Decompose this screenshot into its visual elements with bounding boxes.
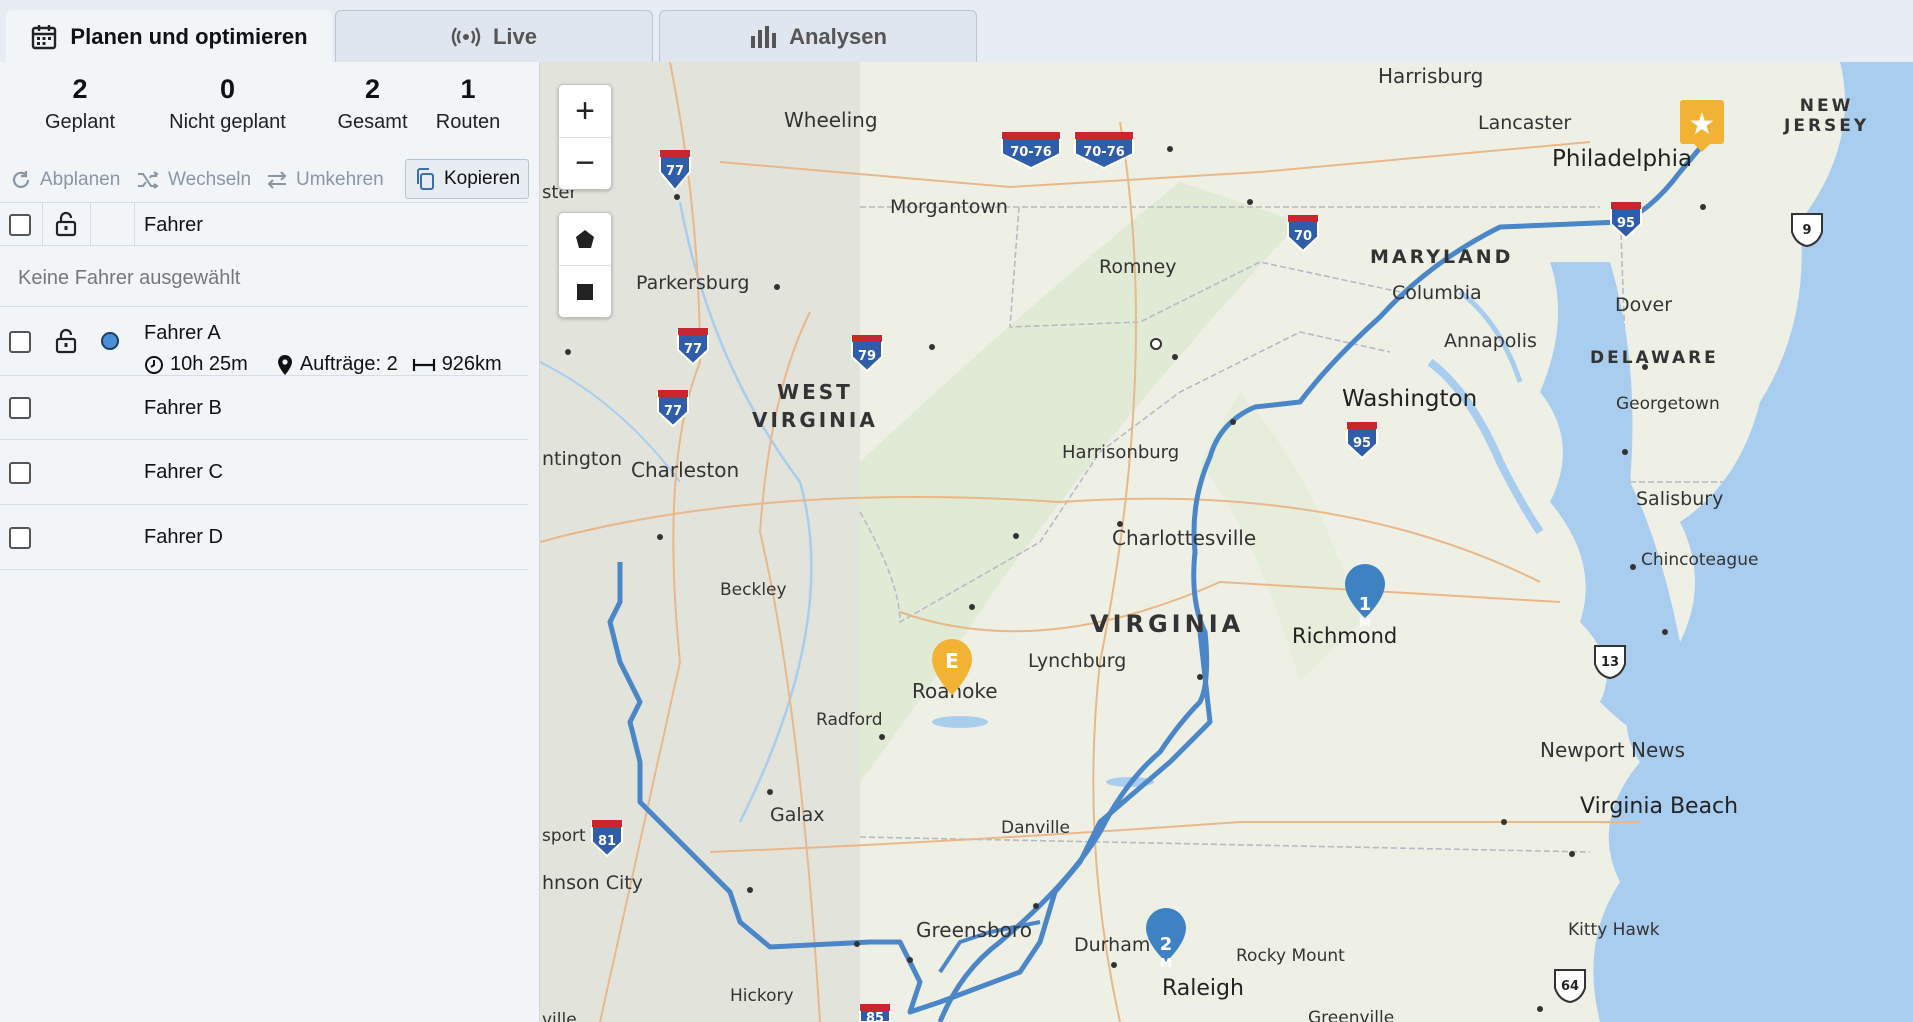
driver-row[interactable]: Fahrer B xyxy=(0,377,528,440)
stat-unplanned: 0 Nicht geplant xyxy=(169,74,286,133)
reverse-button[interactable]: Umkehren xyxy=(266,160,384,200)
start-marker-icon[interactable]: ★ xyxy=(1680,100,1724,152)
draw-polygon-button[interactable] xyxy=(559,213,611,265)
driver-checkbox[interactable] xyxy=(9,397,31,419)
driver-duration: 10h 25m xyxy=(170,353,248,375)
draw-rectangle-button[interactable] xyxy=(559,265,611,317)
stop-marker-icon[interactable]: 2 M xyxy=(1146,908,1186,970)
copy-icon xyxy=(417,168,434,190)
no-driver-selected-message: Keine Fahrer ausgewählt xyxy=(0,247,528,307)
square-icon xyxy=(577,283,593,300)
driver-checkbox[interactable] xyxy=(9,462,31,484)
lock-icon[interactable] xyxy=(54,211,78,237)
driver-name: Fahrer D xyxy=(144,526,223,548)
stats-summary: 2 Geplant 0 Nicht geplant 2 Gesamt 1 Rou… xyxy=(0,74,540,154)
driver-distance: 926km xyxy=(441,353,502,375)
unplan-button[interactable]: Abplanen xyxy=(10,160,120,200)
driver-color-dot xyxy=(101,332,119,350)
stat-routes: 1 Routen xyxy=(435,74,501,133)
zoom-out-button[interactable]: − xyxy=(559,137,611,189)
refresh-icon xyxy=(12,171,30,188)
driver-name: Fahrer A xyxy=(144,322,221,344)
planning-panel: 2 Geplant 0 Nicht geplant 2 Gesamt 1 Rou… xyxy=(0,62,540,1022)
driver-row[interactable]: Fahrer D xyxy=(0,506,528,570)
clock-icon xyxy=(145,355,163,374)
tab-label: Planen und optimieren xyxy=(70,23,308,49)
tab-label: Live xyxy=(492,23,538,49)
zoom-controls: + − xyxy=(558,84,612,190)
select-all-checkbox[interactable] xyxy=(9,214,31,236)
route-map[interactable]: Harrisburg Lancaster Philadelphia Wheeli… xyxy=(540,62,1913,1022)
svg-text:M: M xyxy=(1160,956,1172,970)
tab-analysen[interactable]: Analysen xyxy=(659,10,977,62)
polygon-icon xyxy=(576,230,594,248)
driver-name: Fahrer C xyxy=(144,461,223,483)
switch-button[interactable]: Wechseln xyxy=(136,160,251,200)
svg-text:E: E xyxy=(945,649,959,673)
end-marker-icon[interactable]: E xyxy=(932,639,972,695)
zoom-in-button[interactable]: + xyxy=(559,85,611,137)
tab-label: Analysen xyxy=(789,23,887,49)
lock-icon[interactable] xyxy=(54,328,78,354)
svg-text:M: M xyxy=(1359,616,1371,630)
driver-row[interactable]: Fahrer C xyxy=(0,441,528,505)
swap-arrows-icon xyxy=(267,171,287,189)
driver-table-header: Fahrer xyxy=(0,202,528,247)
location-pin-icon xyxy=(277,354,292,375)
stop-marker-icon[interactable]: 1 M xyxy=(1345,564,1385,630)
driver-summary: 10h 25m Aufträge: 2 926km xyxy=(144,353,502,376)
tab-live[interactable]: Live xyxy=(335,10,653,62)
bar-chart-icon xyxy=(751,25,777,48)
svg-text:1: 1 xyxy=(1359,594,1372,615)
action-toolbar: Abplanen Wechseln Umkehren Kopieren xyxy=(0,159,540,202)
tab-bar: Planen und optimieren Live Analysen xyxy=(0,0,1913,62)
route-markers: 1 M 2 M E ★ xyxy=(932,100,1724,970)
column-header-driver: Fahrer xyxy=(144,214,203,236)
broadcast-icon xyxy=(451,26,481,47)
draw-controls xyxy=(558,212,612,318)
tab-planen[interactable]: Planen und optimieren xyxy=(6,10,332,62)
copy-button[interactable]: Kopieren xyxy=(405,159,530,199)
stat-total: 2 Gesamt xyxy=(337,74,408,133)
svg-text:2: 2 xyxy=(1160,934,1173,955)
driver-orders: Aufträge: 2 xyxy=(299,353,398,375)
distance-icon xyxy=(412,358,435,371)
calendar-icon xyxy=(32,24,57,49)
driver-checkbox[interactable] xyxy=(9,527,31,549)
driver-checkbox[interactable] xyxy=(9,331,31,353)
driver-row[interactable]: Fahrer A 10h 25m Aufträge: 2 926km xyxy=(0,308,528,376)
shuffle-icon xyxy=(138,171,159,189)
stat-planned: 2 Geplant xyxy=(44,74,116,133)
svg-text:★: ★ xyxy=(1689,107,1716,142)
driver-name: Fahrer B xyxy=(144,397,222,419)
